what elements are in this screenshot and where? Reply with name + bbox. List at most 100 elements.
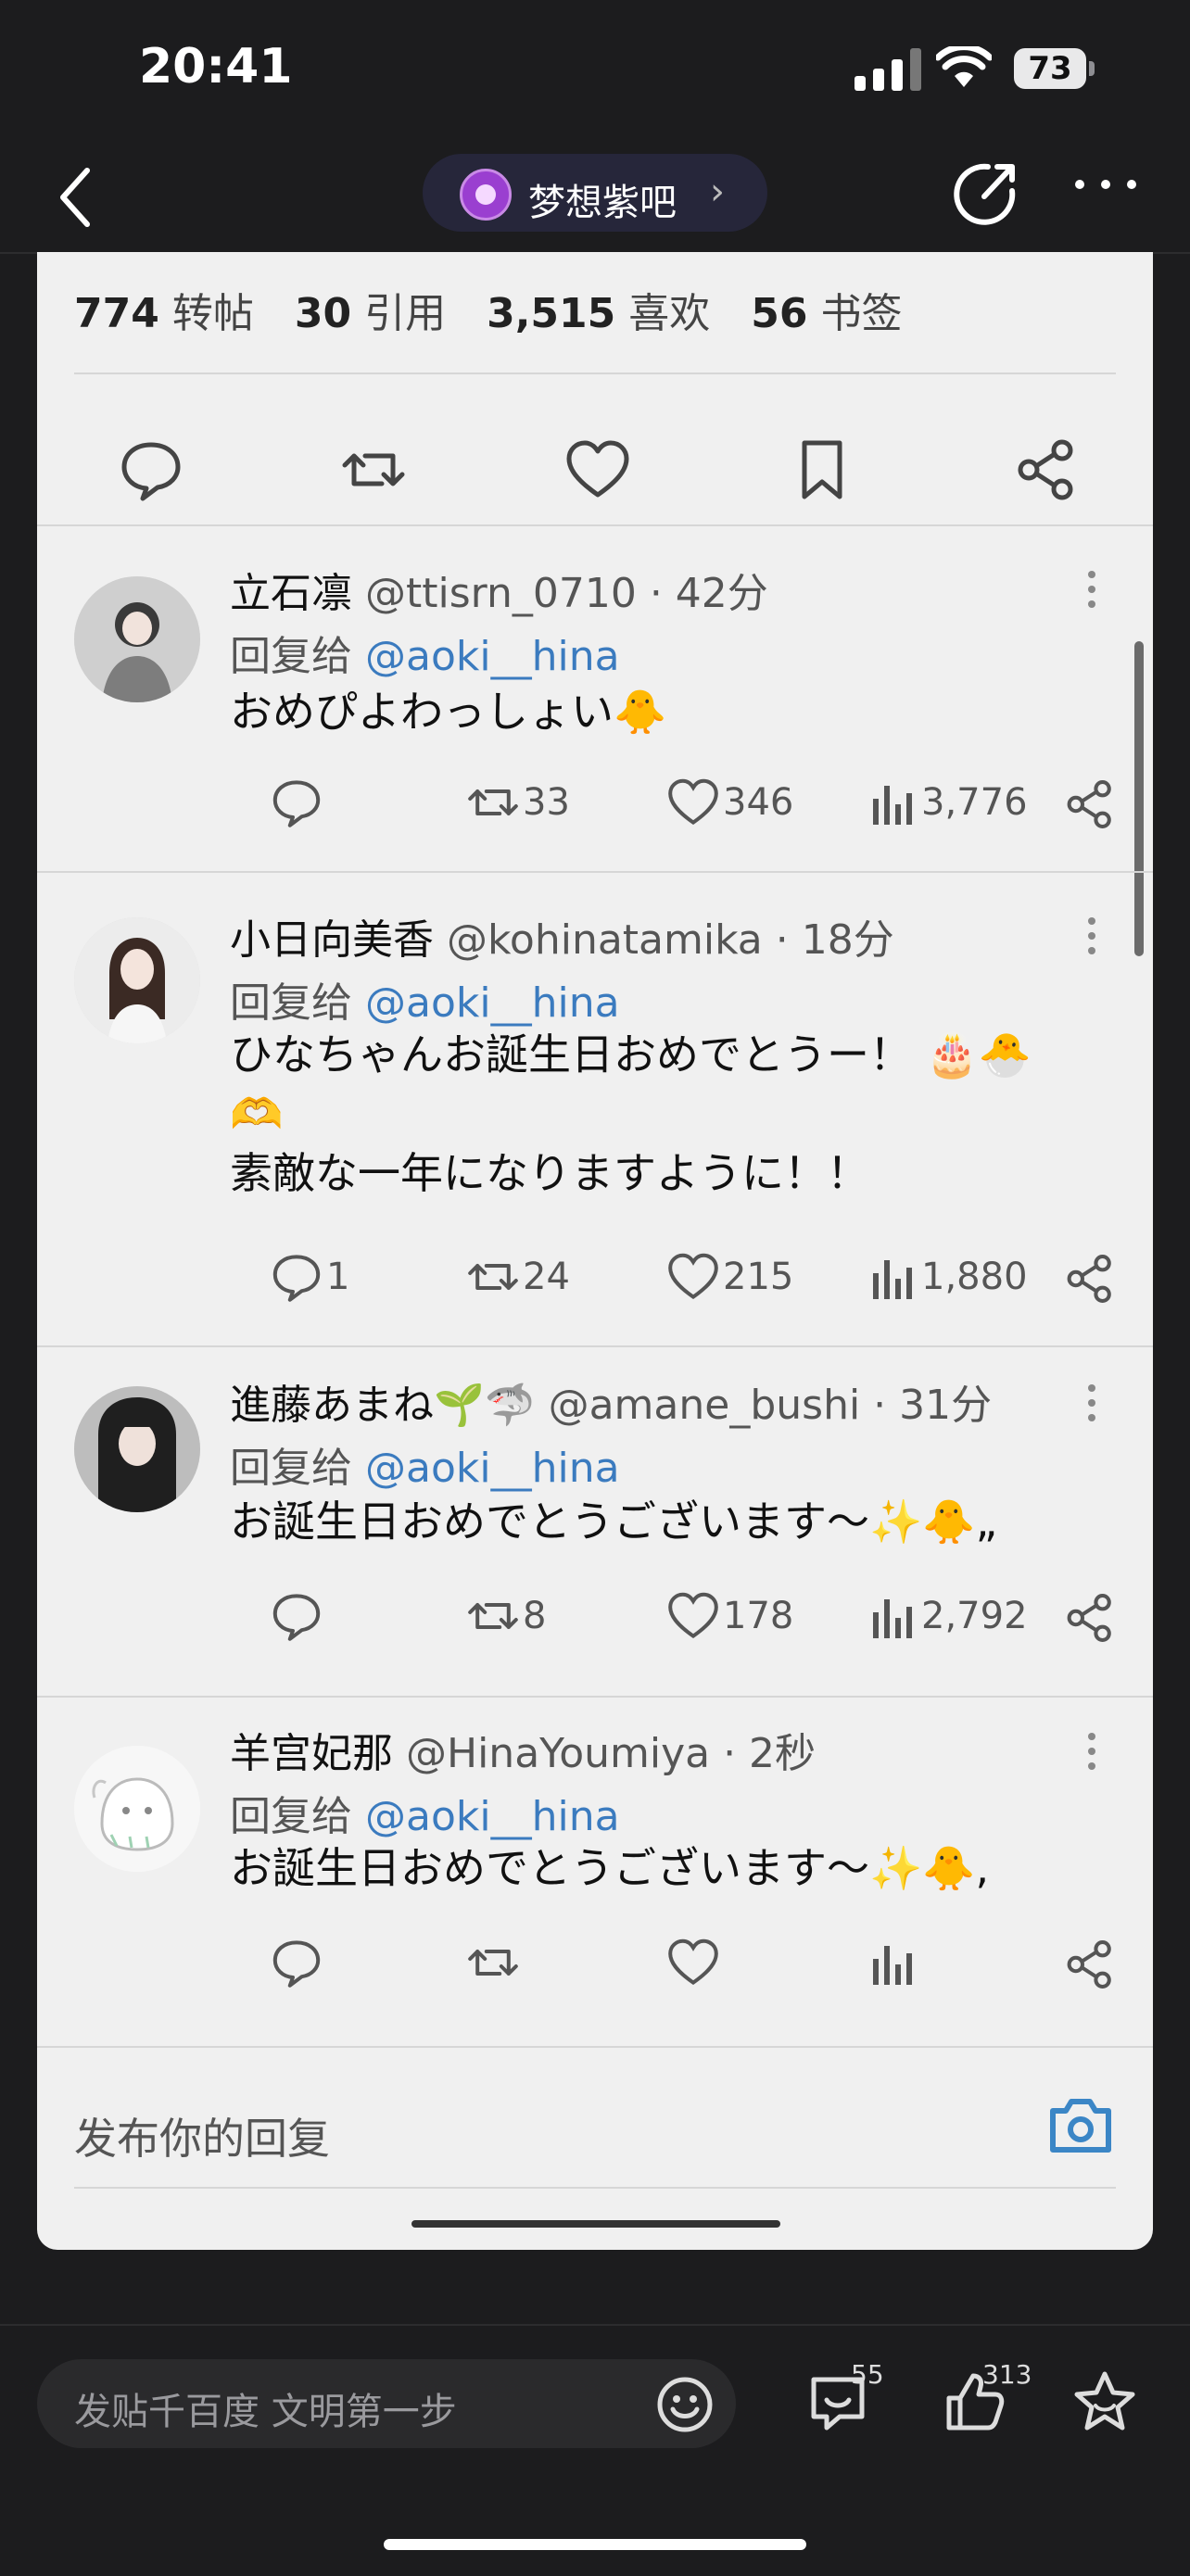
mention-link[interactable]: @aoki__hina xyxy=(365,979,620,1027)
views-chart-icon xyxy=(873,1599,912,1638)
retweet-icon xyxy=(468,789,518,815)
reply-to-line: 回复给 @aoki__hina xyxy=(230,969,620,1029)
reply-text: お誕生日おめでとうございます〜✨🐥„ xyxy=(230,1496,998,1547)
reply-icon xyxy=(272,780,321,827)
mention-link[interactable]: @aoki__hina xyxy=(365,1445,620,1492)
retweets-label: 转帖 xyxy=(171,290,254,337)
user-handle: @ttisrn_0710 · 42分 xyxy=(365,570,768,617)
star-favorite-icon[interactable] xyxy=(1071,2368,1138,2435)
retweet-count[interactable]: 24 xyxy=(467,1251,570,1307)
mention-link[interactable]: @aoki__hina xyxy=(365,1793,620,1840)
like-heart-icon xyxy=(668,778,718,826)
reply-metrics: 33 346 3,776 xyxy=(230,777,1120,832)
mention-link[interactable]: @aoki__hina xyxy=(365,633,620,680)
retweet-count[interactable]: 8 xyxy=(467,1590,546,1646)
battery-icon: 73 xyxy=(1014,48,1095,89)
view-count[interactable]: 3,776 xyxy=(869,777,1028,832)
home-indicator xyxy=(384,2539,806,2550)
more-options-icon[interactable] xyxy=(1075,180,1140,198)
reply-count[interactable] xyxy=(271,1590,326,1646)
like-count-bottom: 313 xyxy=(982,2359,1032,2390)
reply-header: 羊宫妃那 @HinaYoumiya · 2秒 xyxy=(230,1720,816,1779)
emoji-icon[interactable] xyxy=(656,2376,714,2433)
display-name[interactable]: 進藤あまね🌱🦈 xyxy=(230,1382,536,1429)
more-icon[interactable] xyxy=(1088,917,1095,962)
share-icon[interactable] xyxy=(1064,777,1116,832)
reply-count[interactable]: 1 xyxy=(271,1251,349,1307)
avatar[interactable] xyxy=(74,576,200,702)
reply-header: 立石凛 @ttisrn_0710 · 42分 xyxy=(230,560,768,619)
reply-count[interactable] xyxy=(271,1937,326,1992)
reply-icon[interactable] xyxy=(119,437,184,502)
quotes-label: 引用 xyxy=(364,290,447,337)
share-icon[interactable] xyxy=(1064,1937,1116,1992)
reply-header: 進藤あまね🌱🦈 @amane_bushi · 31分 xyxy=(230,1371,992,1431)
reply-item[interactable]: 小日向美香 @kohinatamika · 18分 回复给 @aoki__hin… xyxy=(37,873,1153,1347)
reply-item[interactable]: 進藤あまね🌱🦈 @amane_bushi · 31分 回复给 @aoki__hi… xyxy=(37,1347,1153,1698)
reply-input[interactable]: 发布你的回复 xyxy=(74,2105,330,2166)
divider xyxy=(37,2046,1153,2048)
retweet-count-value: 24 xyxy=(523,1256,570,1298)
likes-label: 喜欢 xyxy=(628,290,711,337)
like-heart-icon xyxy=(668,1592,718,1639)
forum-name: 梦想紫吧 xyxy=(528,182,677,224)
retweet-count[interactable] xyxy=(467,1937,523,1992)
more-icon[interactable] xyxy=(1088,571,1095,615)
divider xyxy=(74,373,1116,374)
reply-item[interactable]: 羊宫妃那 @HinaYoumiya · 2秒 回复给 @aoki__hina お… xyxy=(37,1698,1153,2046)
compose-input[interactable]: 发贴千百度 文明第一步 xyxy=(37,2359,736,2448)
view-count-value: 2,792 xyxy=(921,1595,1028,1637)
reply-to-prefix: 回复给 xyxy=(230,1793,352,1840)
retweet-icon[interactable] xyxy=(341,437,406,502)
like-count[interactable]: 215 xyxy=(667,1251,793,1307)
reply-text-line: 素敵な一年になりますように！！ xyxy=(230,1148,869,1198)
reply-metrics: 8 178 2,792 xyxy=(230,1590,1120,1646)
embedded-home-indicator xyxy=(411,2220,780,2228)
share-icon[interactable] xyxy=(1064,1251,1116,1307)
more-icon[interactable] xyxy=(1088,1733,1095,1777)
like-count[interactable] xyxy=(667,1937,723,1992)
like-count-value: 346 xyxy=(723,781,794,824)
back-arrow-icon[interactable] xyxy=(54,165,100,230)
avatar[interactable] xyxy=(74,917,200,1043)
reply-to-line: 回复给 @aoki__hina xyxy=(230,1783,620,1842)
display-name[interactable]: 立石凛 xyxy=(230,570,352,617)
avatar[interactable] xyxy=(74,1746,200,1872)
reply-item[interactable]: 立石凛 @ttisrn_0710 · 42分 回复给 @aoki__hina お… xyxy=(37,524,1153,875)
display-name[interactable]: 小日向美香 xyxy=(230,916,434,964)
view-count[interactable] xyxy=(869,1937,921,1992)
avatar[interactable] xyxy=(74,1386,200,1512)
like-count-value: 215 xyxy=(723,1256,794,1298)
retweet-count[interactable]: 33 xyxy=(467,777,570,832)
wifi-icon xyxy=(936,46,992,87)
retweet-count-value: 33 xyxy=(523,781,570,824)
view-count-value: 1,880 xyxy=(921,1256,1028,1298)
reply-metrics: 1 24 215 1,880 xyxy=(230,1251,1120,1307)
share-forward-icon[interactable] xyxy=(951,159,1019,228)
camera-icon[interactable] xyxy=(1047,2094,1114,2155)
forum-link-button[interactable]: 梦想紫吧 › xyxy=(423,154,767,232)
share-icon[interactable] xyxy=(1014,437,1079,502)
more-icon[interactable] xyxy=(1088,1384,1095,1429)
user-handle: @HinaYoumiya · 2秒 xyxy=(406,1730,817,1777)
retweets-count: 774 xyxy=(74,290,159,337)
user-handle: @amane_bushi · 31分 xyxy=(548,1382,993,1429)
display-name[interactable]: 羊宫妃那 xyxy=(230,1730,393,1777)
bookmarks-label: 书签 xyxy=(820,290,903,337)
retweet-icon xyxy=(468,1603,518,1629)
status-time: 20:41 xyxy=(139,39,293,95)
reply-icon xyxy=(272,1255,321,1302)
reply-count[interactable] xyxy=(271,777,326,832)
share-icon[interactable] xyxy=(1064,1590,1116,1646)
comment-count: 55 xyxy=(851,2359,884,2390)
view-count[interactable]: 1,880 xyxy=(869,1251,1028,1307)
like-heart-icon[interactable] xyxy=(565,437,630,502)
reply-header: 小日向美香 @kohinatamika · 18分 xyxy=(230,906,894,966)
divider xyxy=(74,2187,1116,2189)
bookmark-icon[interactable] xyxy=(790,437,855,502)
view-count[interactable]: 2,792 xyxy=(869,1590,1028,1646)
like-count[interactable]: 178 xyxy=(667,1590,793,1646)
like-heart-icon xyxy=(668,1938,718,1986)
like-count[interactable]: 346 xyxy=(667,777,793,832)
status-bar: 20:41 73 xyxy=(0,0,1190,139)
